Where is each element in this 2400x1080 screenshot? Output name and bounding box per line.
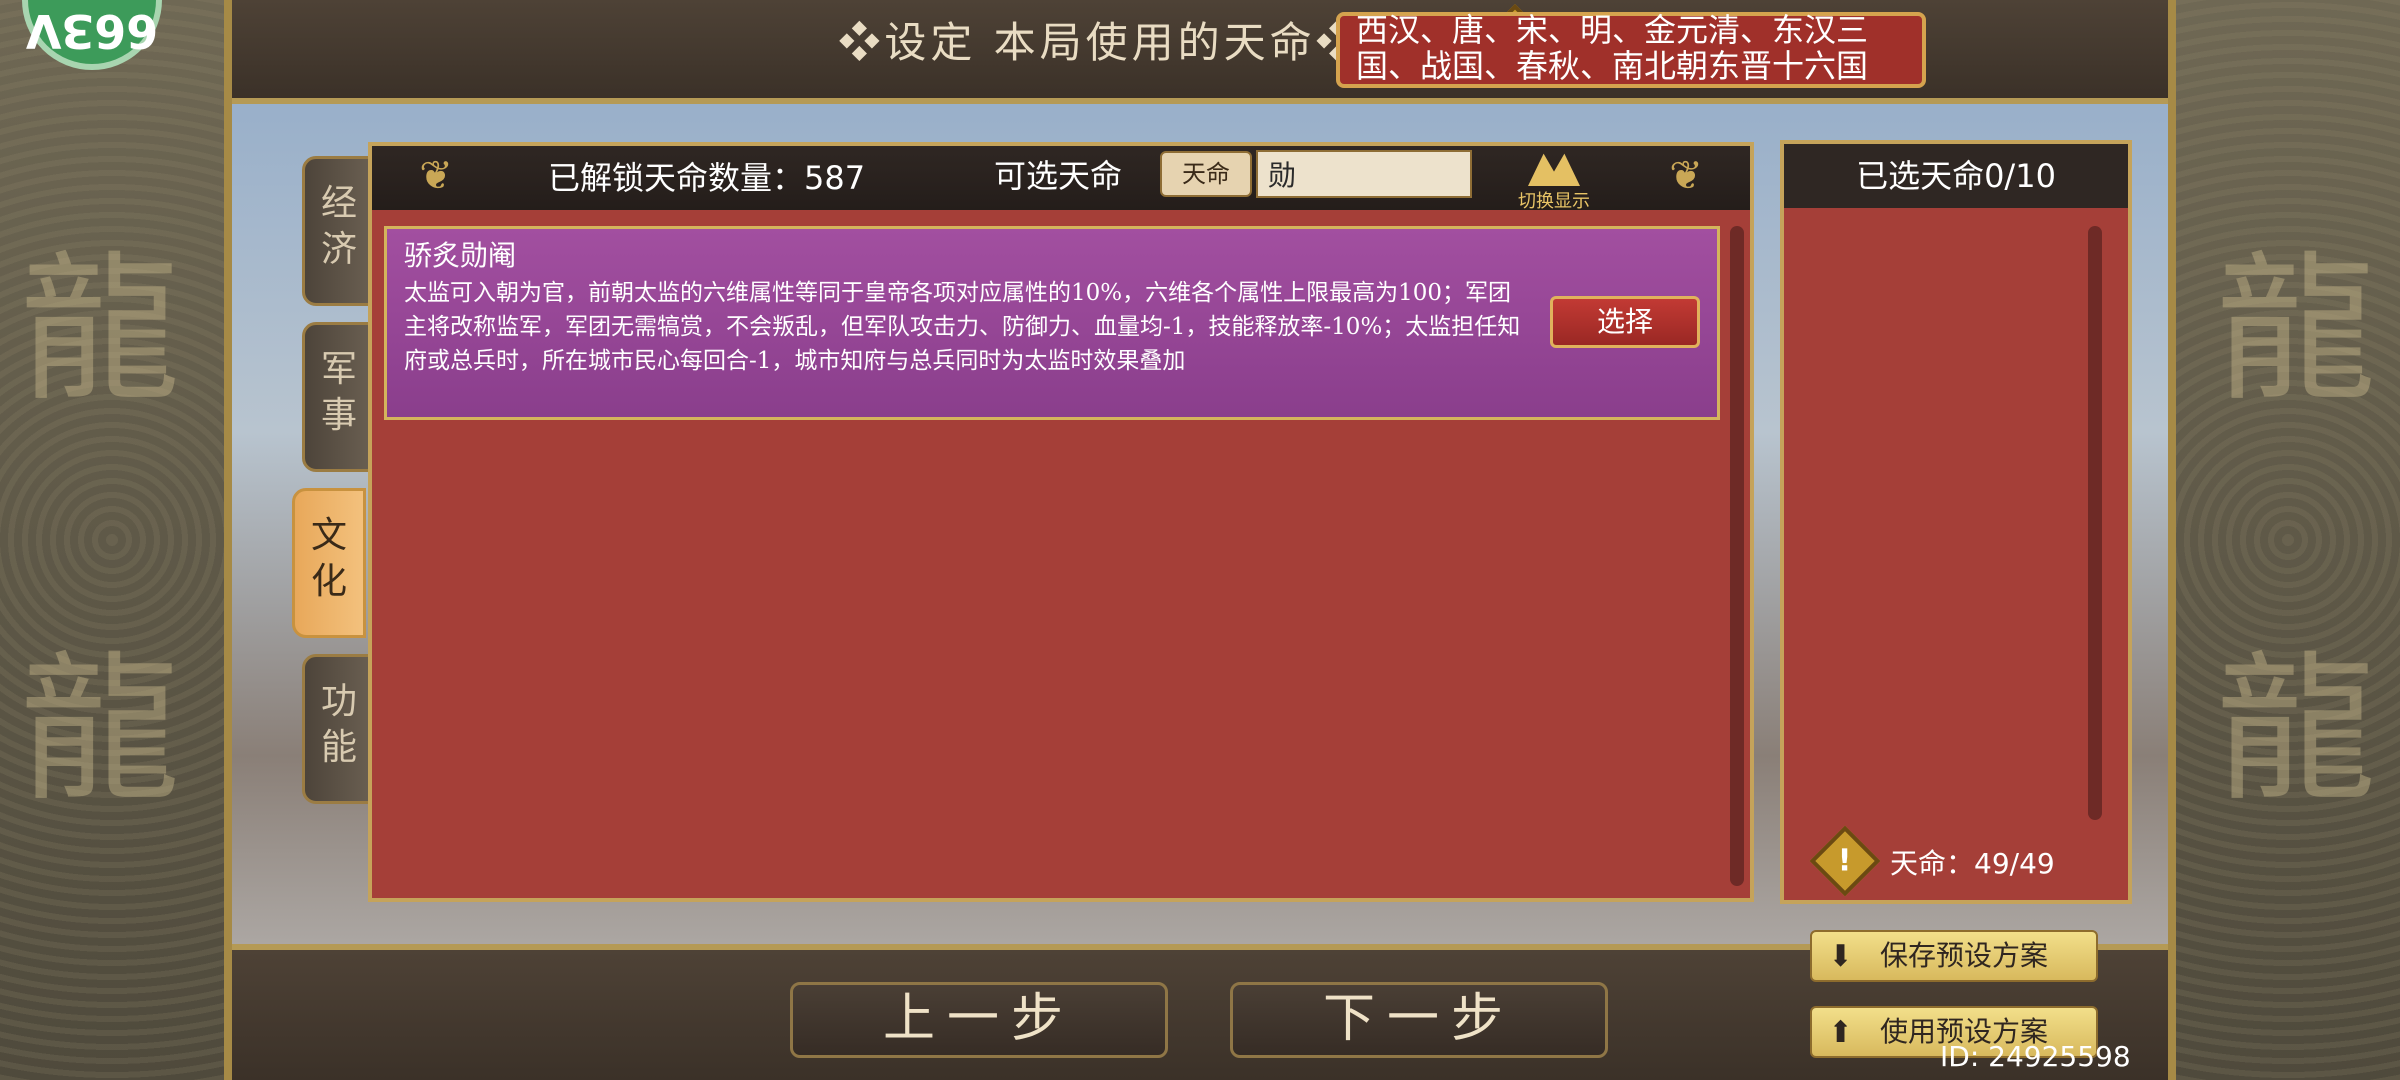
- next-step-button[interactable]: 下一步: [1230, 982, 1608, 1058]
- dragon-ornament-icon: ❦: [419, 153, 453, 199]
- list-scrollbar[interactable]: [1730, 226, 1744, 886]
- prev-step-button[interactable]: 上一步: [790, 982, 1168, 1058]
- dragon-icon: 龍: [20, 636, 181, 823]
- unlocked-count: 已解锁天命数量：587: [548, 159, 866, 197]
- talent-description: 太监可入朝为官，前朝太监的六维属性等同于皇帝各项对应属性的10%，六维各个属性上…: [404, 280, 1521, 374]
- quota-text: 天命：49/49: [1890, 847, 2055, 880]
- dragon-icon: 龍: [20, 236, 181, 423]
- tab-function[interactable]: 功能: [302, 654, 376, 804]
- talent-title: 骄炙勋阉: [404, 239, 517, 272]
- tab-military[interactable]: 军事: [302, 322, 376, 472]
- save-preset-label: 保存预设方案: [1880, 939, 2049, 972]
- selected-panel: [1780, 140, 2132, 904]
- selectable-label: 可选天命: [994, 157, 1123, 195]
- dragon-icon: 龍: [2216, 236, 2377, 423]
- filter-dropdown[interactable]: 天命: [1160, 151, 1252, 197]
- id-watermark: ID: 24925598: [1940, 1040, 2131, 1073]
- tab-economy[interactable]: 经济: [302, 156, 376, 306]
- toggle-display-button[interactable]: 切换显示: [1506, 146, 1602, 212]
- upload-icon: ⬆: [1828, 1015, 1854, 1050]
- select-button[interactable]: 选择: [1550, 296, 1700, 348]
- dynasty-list: 西汉、唐、宋、明、金元清、东汉三国、战国、春秋、南北朝东晋十六国: [1356, 11, 1869, 85]
- download-icon: ⬇: [1828, 939, 1854, 974]
- save-preset-button[interactable]: ⬇ 保存预设方案: [1810, 930, 2098, 982]
- tab-culture[interactable]: 文化: [292, 488, 366, 638]
- right-decorative-panel: 龍 龍: [2168, 0, 2400, 1080]
- left-decorative-panel: 龍 龍: [0, 0, 232, 1080]
- dragon-icon: 龍: [2216, 636, 2377, 823]
- search-input[interactable]: [1256, 150, 1472, 198]
- selected-scrollbar[interactable]: [2088, 226, 2102, 820]
- dragon-ornament-icon: ❦: [1669, 153, 1703, 199]
- selected-count: 已选天命0/10: [1784, 144, 2128, 208]
